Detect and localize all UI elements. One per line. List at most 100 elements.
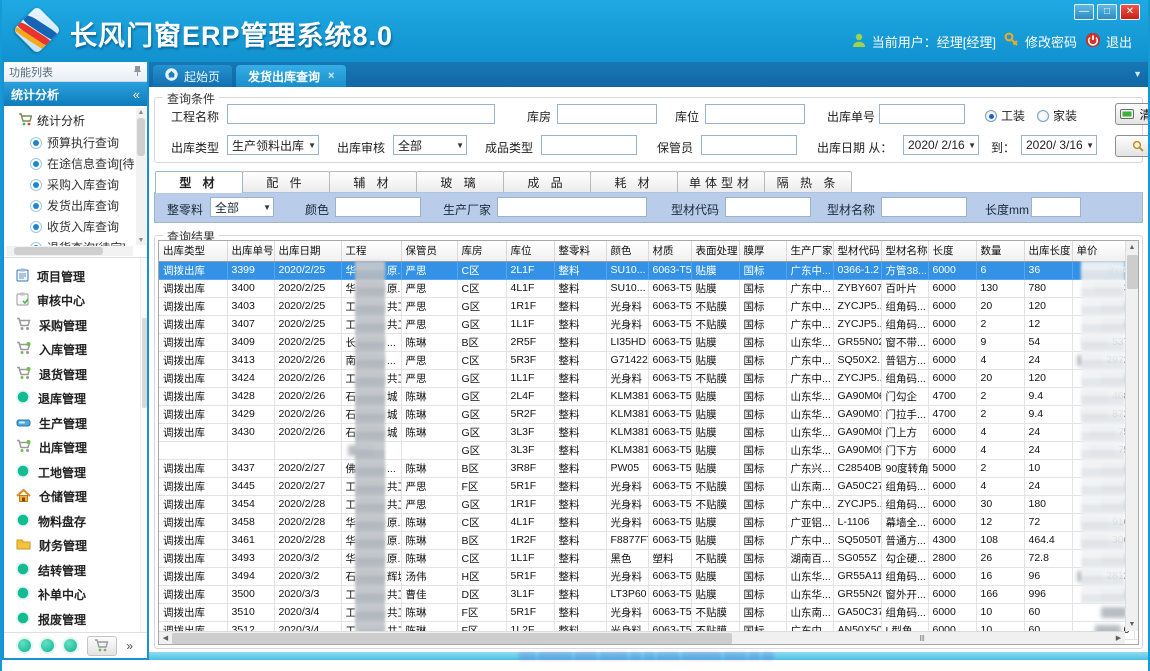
- material-tab-型材[interactable]: 型 材: [155, 171, 243, 193]
- column-header[interactable]: 颜色: [606, 241, 648, 261]
- more-modules-button[interactable]: »: [126, 639, 133, 653]
- sidebar-item-审核中心[interactable]: 审核中心: [4, 289, 147, 314]
- sidebar-item-财务管理[interactable]: 财务管理: [4, 534, 147, 559]
- radio-jiazhuang[interactable]: 家装: [1037, 107, 1077, 124]
- material-tab-耗材[interactable]: 耗 材: [590, 171, 678, 192]
- sidebar-item-退货管理[interactable]: 退货管理: [4, 362, 147, 387]
- minimize-button[interactable]: —: [1074, 4, 1094, 20]
- column-header[interactable]: 库位: [506, 241, 554, 261]
- column-header[interactable]: 整零料: [554, 241, 606, 261]
- profile-name-input[interactable]: [881, 197, 967, 217]
- table-row[interactable]: 调拨出库34542020/2/28工共工程严思G区1R1F整料光身料6063-T…: [159, 495, 1139, 513]
- logout-button[interactable]: 退出: [1085, 32, 1132, 51]
- collapse-icon[interactable]: «: [133, 87, 140, 102]
- tree-item[interactable]: 采购入库查询: [30, 174, 145, 195]
- tree-item[interactable]: 预算执行查询: [30, 132, 145, 153]
- tree-item[interactable]: 在途信息查询[待: [30, 153, 145, 174]
- table-row[interactable]: 调拨出库34942020/3/2石辉城汤伟H区5R1F整料光身料6063-T5贴…: [159, 567, 1139, 585]
- product-type-input[interactable]: [541, 135, 637, 155]
- grid-vertical-scrollbar[interactable]: ▲▼: [1125, 241, 1138, 631]
- table-row[interactable]: 调拨出库34132020/2/26南...严思C区5R3F整料G71422606…: [159, 351, 1139, 369]
- tab-overflow-icon[interactable]: ▼: [1133, 69, 1142, 79]
- sidebar-item-出库管理[interactable]: 出库管理: [4, 436, 147, 461]
- table-row[interactable]: 调拨出库34292020/2/26石城陈琳G区5R2F整料KLM38176063…: [159, 405, 1139, 423]
- out-audit-select[interactable]: 全部▼: [393, 135, 467, 155]
- material-tab-玻璃[interactable]: 玻 璃: [416, 171, 504, 192]
- column-header[interactable]: 出库类型: [159, 241, 227, 261]
- date-from-picker[interactable]: 2020/ 2/16▼: [903, 135, 979, 155]
- material-tab-隔热条[interactable]: 隔 热 条: [764, 171, 852, 192]
- location-input[interactable]: [705, 104, 805, 124]
- material-tab-辅材[interactable]: 辅 材: [329, 171, 417, 192]
- clear-conditions-button[interactable]: 清空条件: [1115, 103, 1150, 125]
- warehouse-input[interactable]: [557, 104, 657, 124]
- material-tab-单体型材[interactable]: 单体型材: [677, 171, 765, 192]
- column-header[interactable]: 数量: [976, 241, 1024, 261]
- table-row[interactable]: 调拨出库34932020/3/2华原...陈琳C区1L1F整料黑色塑料不贴膜国标…: [159, 549, 1139, 567]
- table-row[interactable]: 调拨出库33992020/2/25华原...严思C区2L1F整料SU10...6…: [159, 261, 1139, 279]
- maximize-button[interactable]: □: [1097, 4, 1117, 20]
- pin-icon[interactable]: [133, 65, 142, 79]
- color-input[interactable]: [335, 197, 421, 217]
- column-header[interactable]: 保管员: [401, 241, 457, 261]
- profile-code-input[interactable]: [725, 197, 811, 217]
- tab-home[interactable]: 起始页: [153, 65, 232, 87]
- column-header[interactable]: 工程: [341, 241, 401, 261]
- sidebar-item-生产管理[interactable]: 生产管理: [4, 411, 147, 436]
- sidebar-item-退库管理[interactable]: 退库管理: [4, 387, 147, 412]
- out-no-input[interactable]: [879, 104, 965, 124]
- sidebar-item-采购管理[interactable]: 采购管理: [4, 313, 147, 338]
- table-row[interactable]: 调拨出库34372020/2/27佛...陈琳B区3R8F整料PW056063-…: [159, 459, 1139, 477]
- cart-module-button[interactable]: [87, 636, 117, 656]
- table-row[interactable]: 调拨出库34302020/2/26石城陈琳G区3L3F整料KLM38176063…: [159, 423, 1139, 441]
- sidebar-item-工地管理[interactable]: 工地管理: [4, 460, 147, 485]
- table-row[interactable]: 调拨出库34612020/2/28华原...陈琳B区1R2F整料F8877FT6…: [159, 531, 1139, 549]
- search-button[interactable]: 查 询: [1115, 135, 1150, 157]
- radio-gongzhuang[interactable]: 工装: [985, 107, 1025, 124]
- sidebar-item-项目管理[interactable]: 项目管理: [4, 264, 147, 289]
- tree-vertical-scrollbar[interactable]: ▲▼: [136, 108, 146, 245]
- date-to-picker[interactable]: 2020/ 3/16▼: [1021, 135, 1097, 155]
- tree-item[interactable]: 收货入库查询: [30, 216, 145, 237]
- sidebar-item-物料盘存[interactable]: 物料盘存: [4, 509, 147, 534]
- column-header[interactable]: 型材名称: [881, 241, 928, 261]
- column-header[interactable]: 库房: [457, 241, 506, 261]
- sidebar-section-statistics[interactable]: 统计分析 «: [4, 82, 147, 106]
- column-header[interactable]: 出库单号: [227, 241, 274, 261]
- sidebar-scrollbar[interactable]: [140, 258, 147, 632]
- sidebar-item-入库管理[interactable]: 入库管理: [4, 338, 147, 363]
- grid-horizontal-scrollbar[interactable]: ◀Ⅲ▶: [159, 631, 1125, 644]
- change-password-button[interactable]: 修改密码: [1004, 32, 1077, 51]
- whole-part-select[interactable]: 全部▼: [210, 197, 274, 217]
- table-row[interactable]: 调拨出库34582020/2/28华原...陈琳C区4L1F整料光身料6063-…: [159, 513, 1139, 531]
- column-header[interactable]: 型材代码: [833, 241, 881, 261]
- module-dot-icon[interactable]: [18, 639, 31, 652]
- sidebar-item-报废管理[interactable]: 报废管理: [4, 607, 147, 632]
- tab-shipment-outbound-query[interactable]: 发货出库查询 ×: [236, 65, 346, 87]
- material-tab-成品[interactable]: 成 品: [503, 171, 591, 192]
- table-row[interactable]: 调拨出库34282020/2/26石城陈琳G区2L4F整料KLM38176063…: [159, 387, 1139, 405]
- table-row[interactable]: 调拨出库35102020/3/4工共工程陈琳F区5R1F整料光身料6063-T5…: [159, 603, 1139, 621]
- column-header[interactable]: 长度: [928, 241, 976, 261]
- keeper-input[interactable]: [701, 135, 797, 155]
- tab-close-icon[interactable]: ×: [328, 70, 334, 82]
- tree-horizontal-scrollbar[interactable]: [6, 246, 133, 256]
- column-header[interactable]: 材质: [648, 241, 691, 261]
- table-row[interactable]: 调拨出库34002020/2/25华原...严思C区4L1F整料SU10...6…: [159, 279, 1139, 297]
- table-row[interactable]: 调拨出库35002020/3/3工共工程曹佳D区3L1F整料LT3P606063…: [159, 585, 1139, 603]
- table-row[interactable]: G区3L3F整料KLM38176063-T5贴膜国标山东华...GA90M09.…: [159, 441, 1139, 459]
- column-header[interactable]: 出库长度: [1024, 241, 1072, 261]
- length-input[interactable]: [1031, 197, 1081, 217]
- project-name-input[interactable]: [227, 104, 495, 124]
- material-tab-配件[interactable]: 配 件: [242, 171, 330, 192]
- sidebar-item-补单中心[interactable]: 补单中心: [4, 583, 147, 608]
- table-row[interactable]: 调拨出库34092020/2/25长...陈琳B区2R5F整料LI35HD606…: [159, 333, 1139, 351]
- close-button[interactable]: ✕: [1120, 4, 1140, 20]
- column-header[interactable]: 表面处理: [691, 241, 739, 261]
- sidebar-item-结转管理[interactable]: 结转管理: [4, 558, 147, 583]
- table-row[interactable]: 调拨出库34032020/2/25工共工程严思G区1R1F整料光身料6063-T…: [159, 297, 1139, 315]
- tree-root-statistics[interactable]: 统计分析: [8, 110, 145, 132]
- table-row[interactable]: 调拨出库34242020/2/26工共工程严思G区1L1F整料光身料6063-T…: [159, 369, 1139, 387]
- maker-input[interactable]: [497, 197, 647, 217]
- table-row[interactable]: 调拨出库34452020/2/27工共工程严思F区5R1F整料光身料6063-T…: [159, 477, 1139, 495]
